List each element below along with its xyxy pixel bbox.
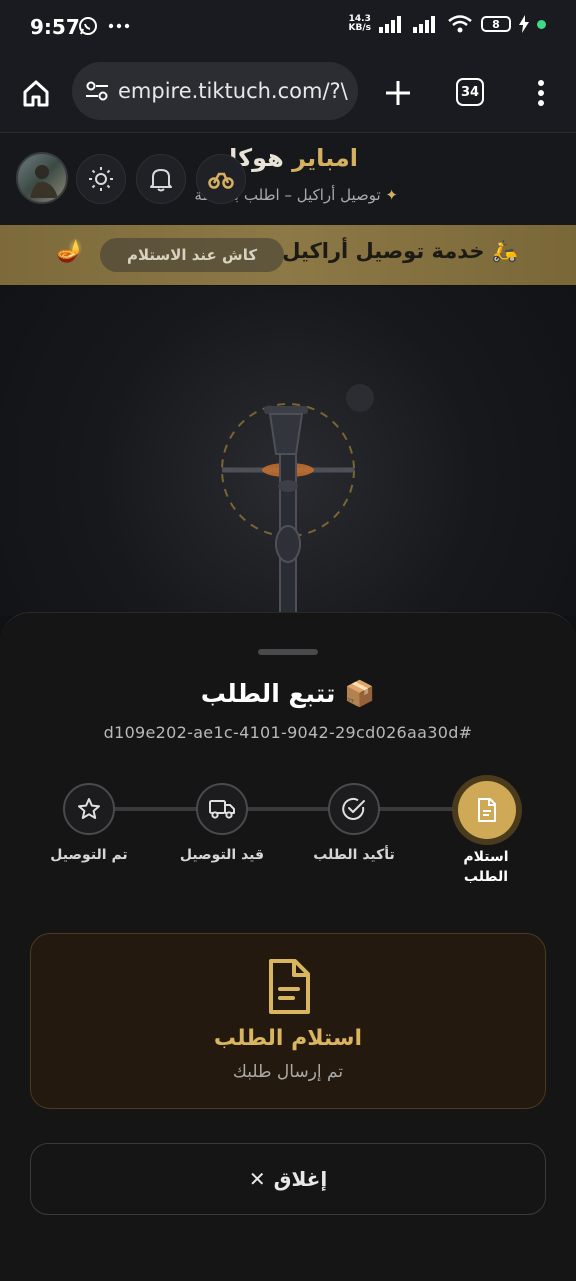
browser-menu-icon[interactable] <box>526 75 556 111</box>
home-icon <box>23 80 49 107</box>
url-text[interactable]: empire.tiktuch.com/?\ <box>118 79 348 103</box>
address-bar[interactable]: empire.tiktuch.com/?\ <box>72 62 358 120</box>
whatsapp-icon <box>79 17 97 35</box>
close-icon: ✕ <box>248 1167 266 1191</box>
order-tracking-sheet: 📦 تتبع الطلب d109e202-ae1c-4101-9042-29c… <box>0 612 576 1281</box>
theme-toggle-button[interactable] <box>76 154 126 204</box>
status-heading: استلام الطلب <box>213 1026 363 1051</box>
close-label: إغلاق <box>273 1167 328 1191</box>
hero-section <box>0 286 576 617</box>
step-label-in-delivery: قيد التوصيل <box>179 847 265 863</box>
signal-icon <box>379 16 401 33</box>
banner-title: 🛵 خدمة توصيل أراكيل <box>282 239 518 263</box>
browser-toolbar: empire.tiktuch.com/?\ 34 <box>0 56 576 134</box>
wifi-icon <box>448 15 472 33</box>
step-received <box>458 781 516 839</box>
step-confirmed <box>328 783 380 835</box>
delivery-button[interactable] <box>196 154 246 204</box>
order-id: d109e202-ae1c-4101-9042-29cd026aa30d# <box>103 723 473 742</box>
document-icon <box>478 798 496 822</box>
net-speed: 14.3 KB/s <box>348 14 371 33</box>
star-icon <box>78 798 100 819</box>
package-icon: 📦 <box>344 679 376 708</box>
status-time: 9:57 <box>30 15 80 39</box>
more-dots-icon <box>108 23 130 29</box>
status-subtext: تم إرسال طلبك <box>232 1062 344 1082</box>
signal-icon-2 <box>413 16 435 33</box>
status-bar: 9:57 14.3 KB/s 8 <box>0 0 576 56</box>
cash-on-delivery-badge: كاش عند الاستلام <box>100 238 284 272</box>
home-button[interactable] <box>18 75 54 111</box>
step-in-delivery <box>196 783 248 835</box>
step-label-confirmed: تأكيد الطلب <box>313 847 395 863</box>
charging-icon <box>519 15 529 33</box>
sheet-title: 📦 تتبع الطلب <box>200 679 376 708</box>
document-icon <box>269 959 310 1014</box>
step-delivered <box>63 783 115 835</box>
battery-icon: 8 <box>481 16 511 32</box>
brand-title[interactable]: امباير هوكا <box>229 144 358 172</box>
sheet-drag-handle[interactable] <box>258 649 318 655</box>
progress-track <box>114 807 498 811</box>
current-status-card: استلام الطلب تم إرسال طلبك <box>30 933 546 1109</box>
scooter-emoji-icon: 🛵 <box>491 239 518 263</box>
tab-switcher-button[interactable]: 34 <box>456 78 484 106</box>
scooter-icon <box>208 172 234 189</box>
lamp-icon: 🪔 <box>56 239 84 264</box>
check-circle-icon <box>342 797 365 820</box>
status-notification-icons <box>78 16 130 36</box>
privacy-dot <box>537 19 546 29</box>
step-label-received: استلام الطلب <box>463 849 509 885</box>
bell-icon <box>150 169 172 192</box>
avatar[interactable] <box>16 152 68 204</box>
status-right: 14.3 KB/s 8 <box>349 14 546 34</box>
sun-icon <box>89 167 113 191</box>
notifications-button[interactable] <box>136 154 186 204</box>
delivery-banner: 🛵 خدمة توصيل أراكيل كاش عند الاستلام 🪔 <box>0 225 576 285</box>
new-tab-button[interactable] <box>380 75 416 111</box>
site-settings-icon[interactable] <box>84 78 110 104</box>
truck-icon <box>209 800 235 819</box>
step-label-delivered: تم التوصيل <box>50 847 128 863</box>
hookah-illustration <box>221 384 374 617</box>
close-button[interactable]: إغلاق ✕ <box>30 1143 546 1215</box>
